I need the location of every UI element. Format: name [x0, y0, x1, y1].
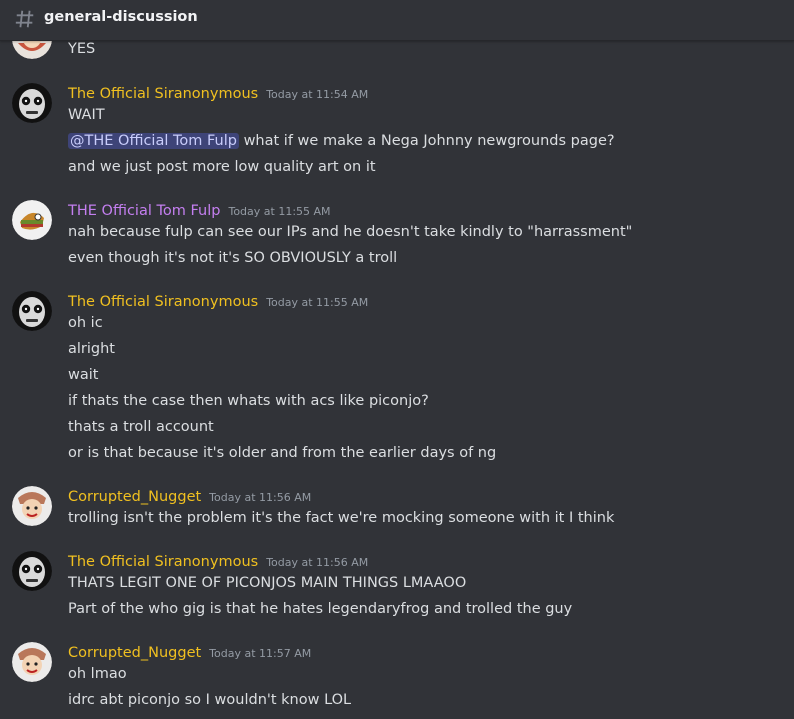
message-text: wait — [68, 367, 99, 383]
message-text: idrc abt piconjo so I wouldn't know LOL — [68, 692, 352, 708]
message-text: THATS LEGIT ONE OF PICONJOS MAIN THINGS … — [68, 575, 467, 591]
hash-icon — [15, 10, 34, 28]
message-text: or is that because it's older and from t… — [68, 445, 497, 461]
avatar[interactable] — [12, 642, 52, 682]
message-meta: THE Official Tom Fulp Today at 11:55 AM — [68, 200, 331, 219]
message-text: oh ic — [68, 315, 103, 331]
author-name[interactable]: The Official Siranonymous — [68, 294, 258, 310]
nugget-avatar-icon — [12, 41, 52, 59]
timestamp[interactable]: Today at 11:55 AM — [228, 205, 330, 218]
timestamp[interactable]: Today at 11:56 AM — [266, 556, 368, 569]
author-name[interactable]: The Official Siranonymous — [68, 86, 258, 102]
message-text: and we just post more low quality art on… — [68, 159, 376, 175]
message-text: YES — [68, 41, 96, 57]
channel-name[interactable]: general-discussion — [44, 9, 198, 25]
message-meta: The Official Siranonymous Today at 11:56 … — [68, 551, 368, 570]
message-meta: Corrupted_Nugget Today at 11:56 AM — [68, 486, 311, 505]
message-text: nah because fulp can see our IPs and he … — [68, 224, 633, 240]
timestamp[interactable]: Today at 11:55 AM — [266, 296, 368, 309]
message-list[interactable]: YES The Official Siranonymous Today at 11… — [0, 41, 794, 719]
timestamp[interactable]: Today at 11:54 AM — [266, 88, 368, 101]
nugget-avatar-icon — [12, 642, 52, 682]
timestamp[interactable]: Today at 11:57 AM — [209, 647, 311, 660]
message-text: Part of the who gig is that he hates leg… — [68, 601, 573, 617]
avatar[interactable] — [12, 41, 52, 59]
avatar[interactable] — [12, 83, 52, 123]
avatar[interactable] — [12, 291, 52, 331]
message-text: alright — [68, 341, 115, 357]
author-name[interactable]: Corrupted_Nugget — [68, 645, 201, 661]
message-meta: Corrupted_Nugget Today at 11:57 AM — [68, 642, 311, 661]
message-meta: The Official Siranonymous Today at 11:54 … — [68, 83, 368, 102]
author-name[interactable]: The Official Siranonymous — [68, 554, 258, 570]
message-text: oh lmao — [68, 666, 127, 682]
siranonymous-avatar-icon — [12, 551, 52, 591]
avatar[interactable] — [12, 486, 52, 526]
avatar[interactable] — [12, 551, 52, 591]
author-name[interactable]: THE Official Tom Fulp — [68, 203, 220, 219]
message-text: trolling isn't the problem it's the fact… — [68, 510, 615, 526]
message-text: even though it's not it's SO OBVIOUSLY a… — [68, 250, 398, 266]
siranonymous-avatar-icon — [12, 83, 52, 123]
message-text-rest: what if we make a Nega Johnny newgrounds… — [243, 133, 615, 149]
message-meta: The Official Siranonymous Today at 11:55 … — [68, 291, 368, 310]
message-text: if thats the case then whats with acs li… — [68, 393, 429, 409]
channel-header: general-discussion — [0, 0, 794, 41]
avatar[interactable] — [12, 200, 52, 240]
tom-fulp-avatar-icon — [12, 200, 52, 240]
message-text: WAIT — [68, 107, 105, 123]
user-mention[interactable]: @THE Official Tom Fulp — [68, 133, 239, 149]
nugget-avatar-icon — [12, 486, 52, 526]
message-text: thats a troll account — [68, 419, 214, 435]
siranonymous-avatar-icon — [12, 291, 52, 331]
message-text: @THE Official Tom Fulp what if we make a… — [68, 131, 615, 151]
author-name[interactable]: Corrupted_Nugget — [68, 489, 201, 505]
timestamp[interactable]: Today at 11:56 AM — [209, 491, 311, 504]
